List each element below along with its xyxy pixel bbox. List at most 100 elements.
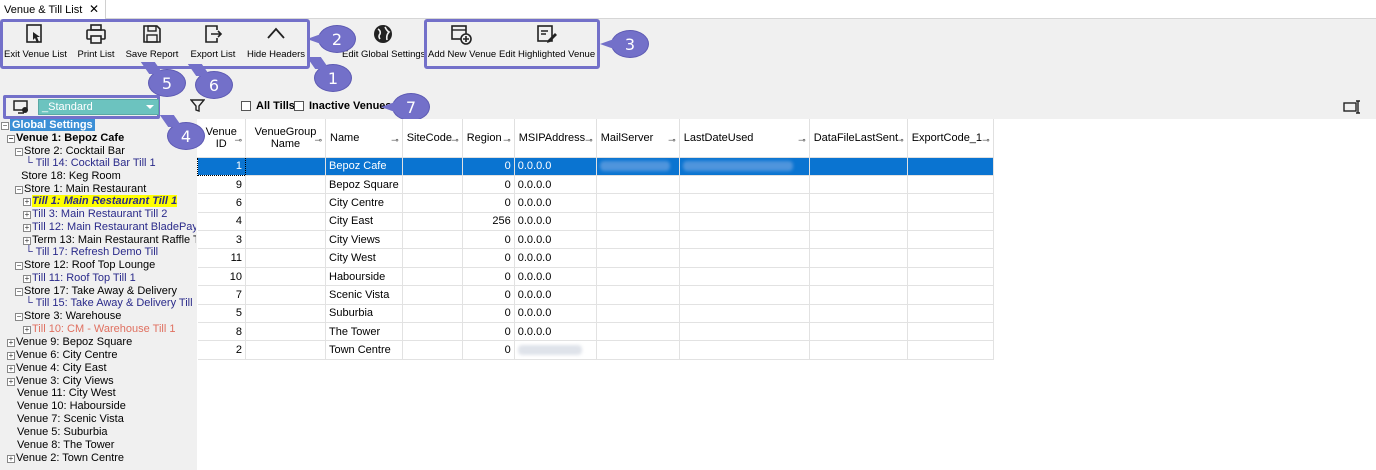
cell-venuegroup-name [245,322,326,342]
tree-node-till[interactable]: └ Till 14: Cocktail Bar Till 1 [25,157,156,170]
column-header-name[interactable]: Name ⊸ [325,119,403,158]
table-row[interactable]: 5 Suburbia 0 0.0.0.0 [197,304,994,324]
all-tills-checkbox[interactable]: All Tills [241,100,295,112]
column-chooser-icon[interactable] [1342,99,1364,115]
add-document-icon [451,25,472,45]
cell-venue-id: 2 [197,340,246,360]
floppy-disk-icon [143,25,161,43]
tree-node-till-inactive[interactable]: + Till 10: CM - Warehouse Till 1 [23,323,175,336]
column-header-msipaddress[interactable]: MSIPAddress ⊸ [514,119,597,158]
column-header-exportcode-1[interactable]: ExportCode_1 ⊸ [907,119,994,158]
column-header-sitecode[interactable]: SiteCode ⊸ [402,119,463,158]
cell-name: City Centre [325,193,403,213]
redacted-value [682,161,793,172]
table-row[interactable]: 9 Bepoz Square 0 0.0.0.0 [197,175,994,195]
cell-name: Town Centre [325,340,403,360]
cell-msipaddress: 0.0.0.0 [514,267,597,287]
cell-lastdateused [679,175,810,195]
cell-mailserver [596,157,680,176]
table-row[interactable]: 8 The Tower 0 0.0.0.0 [197,322,994,342]
callout-badge-5: 5 [149,70,185,96]
cell-venue-id: 3 [197,230,246,250]
cell-datafilelastsent [809,157,908,176]
cell-mailserver [596,322,680,342]
pin-icon: ⊸ [585,135,593,145]
cell-region: 0 [462,267,515,287]
cell-name: City East [325,212,403,232]
tab-title: Venue & Till List [4,3,83,16]
cell-msipaddress: 0.0.0.0 [514,230,597,250]
cell-region: 0 [462,340,515,360]
inactive-venues-checkbox[interactable]: Inactive Venues [294,100,392,112]
tree-node-venue[interactable]: Venue 10: Habourside [17,400,126,413]
cell-region: 0 [462,285,515,305]
filter-icon[interactable] [190,98,205,113]
cell-venuegroup-name [245,248,326,268]
table-row[interactable]: 3 City Views 0 0.0.0.0 [197,230,994,250]
close-icon[interactable]: ✕ [89,2,99,16]
exit-venue-list-button[interactable]: Exit Venue List [4,23,67,60]
tree-node-global-settings[interactable]: − Global Settings [1,119,95,132]
column-header-datafilelastsent[interactable]: DataFileLastSent ⊸ [809,119,908,158]
cell-mailserver [596,230,680,250]
chevron-down-icon [146,105,154,109]
table-row[interactable]: 4 City East 256 0.0.0.0 [197,212,994,232]
table-row[interactable]: 11 City West 0 0.0.0.0 [197,248,994,268]
tree-node-till-selected[interactable]: + Till 1: Main Restaurant Till 1 [23,195,178,208]
cell-venuegroup-name [245,285,326,305]
cell-datafilelastsent [809,248,908,268]
column-header-lastdateused[interactable]: LastDateUsed ⊸ [679,119,810,158]
column-header-venue-id[interactable]: Venue ID ⊸ [197,119,246,158]
tree-node-venue[interactable]: Venue 5: Suburbia [17,426,108,439]
table-row[interactable]: 2 Town Centre 0 [197,340,994,360]
cell-exportcode-1 [907,248,994,268]
cell-lastdateused [679,212,810,232]
cell-sitecode [402,157,463,176]
edit-highlighted-venue-button[interactable]: Edit Highlighted Venue [499,23,595,60]
tree-node-till[interactable]: + Till 11: Roof Top Till 1 [23,272,136,285]
cell-venuegroup-name [245,175,326,195]
tree-node-venue[interactable]: − Venue 1: Bepoz Cafe [7,132,124,145]
cell-region: 0 [462,157,515,176]
layout-dropdown[interactable]: _Standard [38,99,159,115]
table-row[interactable]: 1 Bepoz Cafe 0 0.0.0.0 [197,156,994,176]
print-list-button[interactable]: Print List [74,23,118,60]
tree-node-till[interactable]: + Till 12: Main Restaurant BladePay [23,221,196,234]
hide-headers-button[interactable]: Hide Headers [246,23,306,60]
export-list-button[interactable]: Export List [188,23,238,60]
tree-node-store[interactable]: Store 18: Keg Room [15,170,121,183]
tree-node-venue[interactable]: Venue 11: City West [17,387,116,400]
cell-lastdateused [679,230,810,250]
tree-node-venue[interactable]: + Venue 6: City Centre [7,349,118,362]
cell-mailserver [596,267,680,287]
tab-venue-till-list[interactable]: Venue & Till List ✕ [0,0,106,19]
cell-datafilelastsent [809,340,908,360]
globe-icon [374,25,392,43]
cell-datafilelastsent [809,212,908,232]
cell-exportcode-1 [907,322,994,342]
tree-node-venue[interactable]: + Venue 2: Town Centre [7,452,124,465]
add-new-venue-button[interactable]: Add New Venue [428,23,496,60]
layout-monitor-icon[interactable] [12,98,30,116]
tree-node-till[interactable]: + Till 3: Main Restaurant Till 2 [23,208,167,221]
redacted-value [517,345,582,356]
tree-node-venue[interactable]: + Venue 4: City East [7,362,107,375]
table-row[interactable]: 10 Habourside 0 0.0.0.0 [197,267,994,287]
save-report-button[interactable]: Save Report [124,23,180,60]
tree-node-store[interactable]: − Store 12: Roof Top Lounge [15,259,155,272]
tree-node-venue[interactable]: + Venue 9: Bepoz Square [7,336,132,349]
filter-row: _Standard All Tills Inactive Venues 7 4 [0,94,1376,149]
column-header-venuegroup-name[interactable]: VenueGroup Name ⊸ [245,119,326,158]
cell-venuegroup-name [245,340,326,360]
table-row[interactable]: 6 City Centre 0 0.0.0.0 [197,193,994,213]
tree-node-till[interactable]: └ Till 15: Take Away & Delivery Till 1 [25,297,196,310]
table-row[interactable]: 7 Scenic Vista 0 0.0.0.0 [197,285,994,305]
column-header-region[interactable]: Region ⊸ [462,119,515,158]
tree-node-store[interactable]: − Store 3: Warehouse [15,310,121,323]
column-header-mailserver[interactable]: MailServer ⊸ [596,119,680,158]
cell-exportcode-1 [907,304,994,324]
tree-node-venue[interactable]: Venue 8: The Tower [17,439,114,452]
callout-badge-7: 7 [381,94,429,120]
tree-node-venue[interactable]: Venue 7: Scenic Vista [17,413,124,426]
tree-node-till[interactable]: └ Till 17: Refresh Demo Till [25,246,158,259]
